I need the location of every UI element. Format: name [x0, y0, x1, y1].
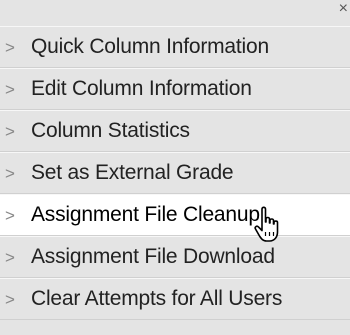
menu-item-clear-attempts-for-all-users[interactable]: > Clear Attempts for All Users: [0, 278, 350, 320]
chevron-right-icon: >: [5, 163, 15, 183]
menu-item-assignment-file-cleanup[interactable]: > Assignment File Cleanup: [0, 194, 350, 236]
menu-item-label: Assignment File Cleanup: [31, 203, 260, 226]
context-menu: × > Quick Column Information > Edit Colu…: [0, 0, 350, 335]
menu-item-label: Set as External Grade: [31, 161, 234, 184]
chevron-right-icon: >: [5, 289, 15, 309]
chevron-right-icon: >: [5, 79, 15, 99]
close-icon[interactable]: ×: [339, 1, 348, 17]
menu-header: ×: [0, 0, 350, 26]
chevron-right-icon: >: [5, 37, 15, 57]
menu-item-set-as-external-grade[interactable]: > Set as External Grade: [0, 152, 350, 194]
menu-item-label: Assignment File Download: [31, 245, 275, 268]
menu-item-assignment-file-download[interactable]: > Assignment File Download: [0, 236, 350, 278]
menu-item-column-statistics[interactable]: > Column Statistics: [0, 110, 350, 152]
menu-item-label: Quick Column Information: [31, 35, 269, 58]
chevron-right-icon: >: [5, 205, 15, 225]
menu-item-label: Column Statistics: [31, 119, 190, 142]
chevron-right-icon: >: [5, 247, 15, 267]
menu-item-quick-column-information[interactable]: > Quick Column Information: [0, 26, 350, 68]
menu-item-label: Edit Column Information: [31, 77, 252, 100]
menu-item-edit-column-information[interactable]: > Edit Column Information: [0, 68, 350, 110]
menu-item-label: Clear Attempts for All Users: [31, 287, 283, 310]
chevron-right-icon: >: [5, 121, 15, 141]
